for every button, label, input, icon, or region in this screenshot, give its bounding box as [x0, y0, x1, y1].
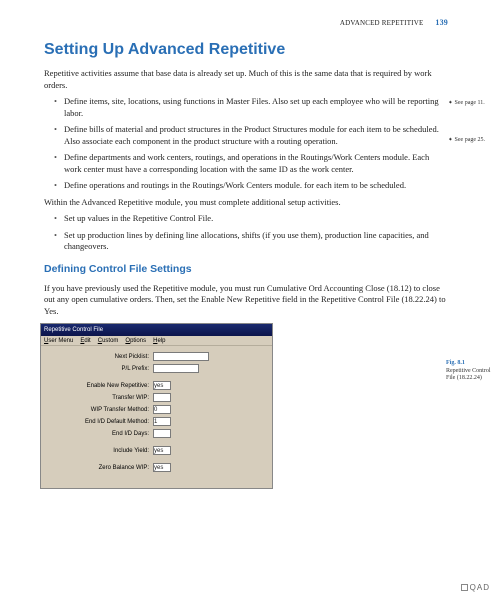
menu-item[interactable]: Custom: [98, 337, 119, 345]
form-row: End I/D Default Method:1: [47, 417, 266, 426]
list-item: Set up values in the Repetitive Control …: [54, 213, 448, 224]
list-item: Define departments and work centers, rou…: [54, 152, 448, 175]
titlebar: Repetitive Control File: [41, 324, 272, 336]
side-note: ➧ See page 25.: [448, 137, 494, 144]
running-header: ADVANCED REPETITIVE 139: [44, 18, 448, 29]
text-input[interactable]: yes: [153, 446, 171, 455]
form-row: P/L Prefix:: [47, 364, 266, 373]
figure-caption-text: Repetitive Control File (18.22.24): [446, 368, 491, 382]
text-input[interactable]: [153, 364, 199, 373]
field-label: Zero Balance WIP:: [47, 464, 153, 472]
field-label: WIP Transfer Method:: [47, 406, 153, 414]
field-label: Next Picklist:: [47, 353, 153, 361]
menubar: User Menu Edit Custom Options Help: [41, 336, 272, 346]
form-row: Transfer WIP:: [47, 393, 266, 402]
page-title: Setting Up Advanced Repetitive: [44, 39, 448, 61]
text-input[interactable]: 1: [153, 417, 171, 426]
page-number: 139: [435, 18, 448, 27]
text-input[interactable]: [153, 429, 171, 438]
field-label: Enable New Repetitive:: [47, 382, 153, 390]
text-input[interactable]: yes: [153, 463, 171, 472]
form-row: WIP Transfer Method:0: [47, 405, 266, 414]
running-title: ADVANCED REPETITIVE: [340, 19, 424, 27]
menu-item[interactable]: Help: [153, 337, 165, 345]
field-label: Transfer WIP:: [47, 394, 153, 402]
list-item: Define operations and routings in the Ro…: [54, 180, 448, 191]
logo-square-icon: [461, 584, 468, 591]
form-row: Next Picklist:: [47, 352, 266, 361]
intro-paragraph: Repetitive activities assume that base d…: [44, 68, 448, 91]
figure-caption: Fig. 8.1 Repetitive Control File (18.22.…: [446, 360, 494, 383]
form-row: Zero Balance WIP:yes: [47, 463, 266, 472]
window-title: Repetitive Control File: [44, 326, 103, 334]
text-input[interactable]: [153, 352, 209, 361]
brand-logo: QAD: [461, 583, 490, 594]
list-item: Define items, site, locations, using fun…: [54, 96, 448, 119]
field-label: P/L Prefix:: [47, 365, 153, 373]
menu-item[interactable]: User Menu: [44, 337, 73, 345]
text-input[interactable]: 0: [153, 405, 171, 414]
mid-paragraph: Within the Advanced Repetitive module, y…: [44, 197, 448, 208]
app-window: Repetitive Control File User Menu Edit C…: [40, 323, 273, 489]
form-row: End I/D Days:: [47, 429, 266, 438]
menu-item[interactable]: Edit: [80, 337, 90, 345]
field-label: End I/D Default Method:: [47, 418, 153, 426]
side-note: ➧ See page 11.: [448, 100, 494, 107]
field-label: Include Yield:: [47, 447, 153, 455]
menu-item[interactable]: Options: [125, 337, 146, 345]
text-input[interactable]: [153, 393, 171, 402]
bullet-list-1: Define items, site, locations, using fun…: [54, 96, 448, 191]
text-input[interactable]: yes: [153, 381, 171, 390]
bullet-list-2: Set up values in the Repetitive Control …: [54, 213, 448, 252]
section-paragraph: If you have previously used the Repetiti…: [44, 283, 448, 317]
brand-text: QAD: [470, 583, 490, 592]
figure-number: Fig. 8.1: [446, 360, 494, 368]
form-row: Include Yield:yes: [47, 446, 266, 455]
list-item: Set up production lines by defining line…: [54, 230, 448, 253]
section-heading: Defining Control File Settings: [44, 262, 448, 276]
window-client-area: Next Picklist: P/L Prefix: Enable New Re…: [41, 346, 272, 488]
list-item: Define bills of material and product str…: [54, 124, 448, 147]
field-label: End I/D Days:: [47, 430, 153, 438]
form-row: Enable New Repetitive:yes: [47, 381, 266, 390]
